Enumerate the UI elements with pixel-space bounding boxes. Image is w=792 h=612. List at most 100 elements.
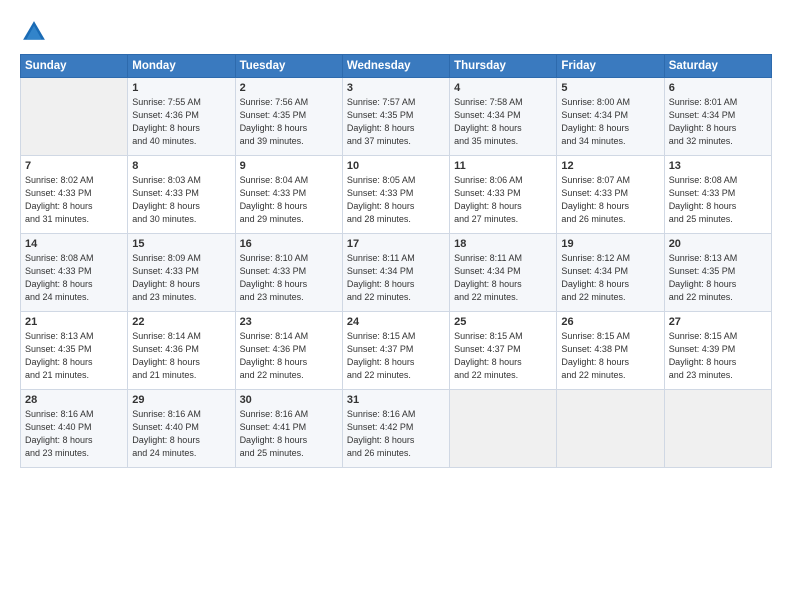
day-header-tuesday: Tuesday (235, 55, 342, 78)
calendar-cell: 2 Sunrise: 7:56 AM Sunset: 4:35 PM Daylig… (235, 78, 342, 156)
calendar-cell: 4 Sunrise: 7:58 AM Sunset: 4:34 PM Daylig… (450, 78, 557, 156)
calendar-cell: 19 Sunrise: 8:12 AM Sunset: 4:34 PM Dayli… (557, 234, 664, 312)
calendar-table: SundayMondayTuesdayWednesdayThursdayFrid… (20, 54, 772, 468)
day-number: 28 (25, 394, 123, 406)
day-info: Sunrise: 8:15 AM Sunset: 4:39 PM Dayligh… (669, 330, 767, 382)
day-number: 11 (454, 160, 552, 172)
header (20, 18, 772, 46)
calendar-cell: 20 Sunrise: 8:13 AM Sunset: 4:35 PM Dayli… (664, 234, 771, 312)
day-number: 4 (454, 82, 552, 94)
week-row-1: 1 Sunrise: 7:55 AM Sunset: 4:36 PM Daylig… (21, 78, 772, 156)
calendar-cell: 7 Sunrise: 8:02 AM Sunset: 4:33 PM Daylig… (21, 156, 128, 234)
day-info: Sunrise: 8:16 AM Sunset: 4:41 PM Dayligh… (240, 408, 338, 460)
calendar-cell: 16 Sunrise: 8:10 AM Sunset: 4:33 PM Dayli… (235, 234, 342, 312)
day-info: Sunrise: 8:13 AM Sunset: 4:35 PM Dayligh… (25, 330, 123, 382)
day-info: Sunrise: 7:56 AM Sunset: 4:35 PM Dayligh… (240, 96, 338, 148)
day-info: Sunrise: 7:57 AM Sunset: 4:35 PM Dayligh… (347, 96, 445, 148)
day-number: 31 (347, 394, 445, 406)
day-number: 30 (240, 394, 338, 406)
calendar-cell: 1 Sunrise: 7:55 AM Sunset: 4:36 PM Daylig… (128, 78, 235, 156)
week-row-3: 14 Sunrise: 8:08 AM Sunset: 4:33 PM Dayli… (21, 234, 772, 312)
day-info: Sunrise: 8:09 AM Sunset: 4:33 PM Dayligh… (132, 252, 230, 304)
day-info: Sunrise: 8:11 AM Sunset: 4:34 PM Dayligh… (454, 252, 552, 304)
day-number: 7 (25, 160, 123, 172)
day-info: Sunrise: 8:02 AM Sunset: 4:33 PM Dayligh… (25, 174, 123, 226)
calendar-cell: 6Sunrise: 8:01 AM Sunset: 4:34 PM Daylig… (664, 78, 771, 156)
day-number: 21 (25, 316, 123, 328)
day-info: Sunrise: 8:16 AM Sunset: 4:40 PM Dayligh… (25, 408, 123, 460)
day-info: Sunrise: 8:16 AM Sunset: 4:42 PM Dayligh… (347, 408, 445, 460)
calendar-cell: 27Sunrise: 8:15 AM Sunset: 4:39 PM Dayli… (664, 312, 771, 390)
calendar-cell: 29 Sunrise: 8:16 AM Sunset: 4:40 PM Dayli… (128, 390, 235, 468)
day-number: 12 (561, 160, 659, 172)
day-number: 10 (347, 160, 445, 172)
calendar-cell: 21 Sunrise: 8:13 AM Sunset: 4:35 PM Dayli… (21, 312, 128, 390)
logo-icon (20, 18, 48, 46)
day-info: Sunrise: 8:10 AM Sunset: 4:33 PM Dayligh… (240, 252, 338, 304)
calendar-cell: 24 Sunrise: 8:15 AM Sunset: 4:37 PM Dayli… (342, 312, 449, 390)
day-header-friday: Friday (557, 55, 664, 78)
calendar-cell: 5 Sunrise: 8:00 AM Sunset: 4:34 PM Daylig… (557, 78, 664, 156)
calendar-cell: 28 Sunrise: 8:16 AM Sunset: 4:40 PM Dayli… (21, 390, 128, 468)
day-number: 19 (561, 238, 659, 250)
day-info: Sunrise: 8:08 AM Sunset: 4:33 PM Dayligh… (25, 252, 123, 304)
calendar-cell: 31 Sunrise: 8:16 AM Sunset: 4:42 PM Dayli… (342, 390, 449, 468)
calendar-cell: 23 Sunrise: 8:14 AM Sunset: 4:36 PM Dayli… (235, 312, 342, 390)
day-info: Sunrise: 8:15 AM Sunset: 4:38 PM Dayligh… (561, 330, 659, 382)
calendar-cell: 26Sunrise: 8:15 AM Sunset: 4:38 PM Dayli… (557, 312, 664, 390)
day-number: 23 (240, 316, 338, 328)
day-number: 2 (240, 82, 338, 94)
day-number: 6 (669, 82, 767, 94)
calendar-cell: 8 Sunrise: 8:03 AM Sunset: 4:33 PM Daylig… (128, 156, 235, 234)
day-number: 24 (347, 316, 445, 328)
day-number: 3 (347, 82, 445, 94)
calendar-cell: 12Sunrise: 8:07 AM Sunset: 4:33 PM Dayli… (557, 156, 664, 234)
day-info: Sunrise: 8:05 AM Sunset: 4:33 PM Dayligh… (347, 174, 445, 226)
calendar-cell: 18 Sunrise: 8:11 AM Sunset: 4:34 PM Dayli… (450, 234, 557, 312)
calendar-header: SundayMondayTuesdayWednesdayThursdayFrid… (21, 55, 772, 78)
calendar-cell: 15Sunrise: 8:09 AM Sunset: 4:33 PM Dayli… (128, 234, 235, 312)
day-header-monday: Monday (128, 55, 235, 78)
day-number: 18 (454, 238, 552, 250)
day-info: Sunrise: 8:16 AM Sunset: 4:40 PM Dayligh… (132, 408, 230, 460)
day-number: 14 (25, 238, 123, 250)
day-number: 20 (669, 238, 767, 250)
day-number: 17 (347, 238, 445, 250)
day-header-wednesday: Wednesday (342, 55, 449, 78)
day-info: Sunrise: 8:15 AM Sunset: 4:37 PM Dayligh… (347, 330, 445, 382)
day-number: 16 (240, 238, 338, 250)
page: SundayMondayTuesdayWednesdayThursdayFrid… (0, 0, 792, 612)
day-number: 29 (132, 394, 230, 406)
day-info: Sunrise: 7:55 AM Sunset: 4:36 PM Dayligh… (132, 96, 230, 148)
week-row-4: 21 Sunrise: 8:13 AM Sunset: 4:35 PM Dayli… (21, 312, 772, 390)
day-info: Sunrise: 8:06 AM Sunset: 4:33 PM Dayligh… (454, 174, 552, 226)
day-info: Sunrise: 8:04 AM Sunset: 4:33 PM Dayligh… (240, 174, 338, 226)
calendar-cell: 17 Sunrise: 8:11 AM Sunset: 4:34 PM Dayli… (342, 234, 449, 312)
day-header-sunday: Sunday (21, 55, 128, 78)
week-row-5: 28 Sunrise: 8:16 AM Sunset: 4:40 PM Dayli… (21, 390, 772, 468)
calendar-cell: 11 Sunrise: 8:06 AM Sunset: 4:33 PM Dayli… (450, 156, 557, 234)
day-number: 8 (132, 160, 230, 172)
day-number: 1 (132, 82, 230, 94)
day-number: 9 (240, 160, 338, 172)
day-header-saturday: Saturday (664, 55, 771, 78)
day-number: 5 (561, 82, 659, 94)
calendar-body: 1 Sunrise: 7:55 AM Sunset: 4:36 PM Daylig… (21, 78, 772, 468)
day-info: Sunrise: 8:11 AM Sunset: 4:34 PM Dayligh… (347, 252, 445, 304)
logo (20, 18, 52, 46)
calendar-cell (664, 390, 771, 468)
calendar-cell: 22Sunrise: 8:14 AM Sunset: 4:36 PM Dayli… (128, 312, 235, 390)
day-info: Sunrise: 8:12 AM Sunset: 4:34 PM Dayligh… (561, 252, 659, 304)
day-info: Sunrise: 8:14 AM Sunset: 4:36 PM Dayligh… (240, 330, 338, 382)
day-header-thursday: Thursday (450, 55, 557, 78)
day-info: Sunrise: 8:13 AM Sunset: 4:35 PM Dayligh… (669, 252, 767, 304)
day-info: Sunrise: 8:00 AM Sunset: 4:34 PM Dayligh… (561, 96, 659, 148)
day-info: Sunrise: 8:03 AM Sunset: 4:33 PM Dayligh… (132, 174, 230, 226)
calendar-cell: 25Sunrise: 8:15 AM Sunset: 4:37 PM Dayli… (450, 312, 557, 390)
day-info: Sunrise: 8:14 AM Sunset: 4:36 PM Dayligh… (132, 330, 230, 382)
day-info: Sunrise: 8:15 AM Sunset: 4:37 PM Dayligh… (454, 330, 552, 382)
day-info: Sunrise: 7:58 AM Sunset: 4:34 PM Dayligh… (454, 96, 552, 148)
calendar-cell: 3 Sunrise: 7:57 AM Sunset: 4:35 PM Daylig… (342, 78, 449, 156)
calendar-cell: 10 Sunrise: 8:05 AM Sunset: 4:33 PM Dayli… (342, 156, 449, 234)
day-info: Sunrise: 8:08 AM Sunset: 4:33 PM Dayligh… (669, 174, 767, 226)
